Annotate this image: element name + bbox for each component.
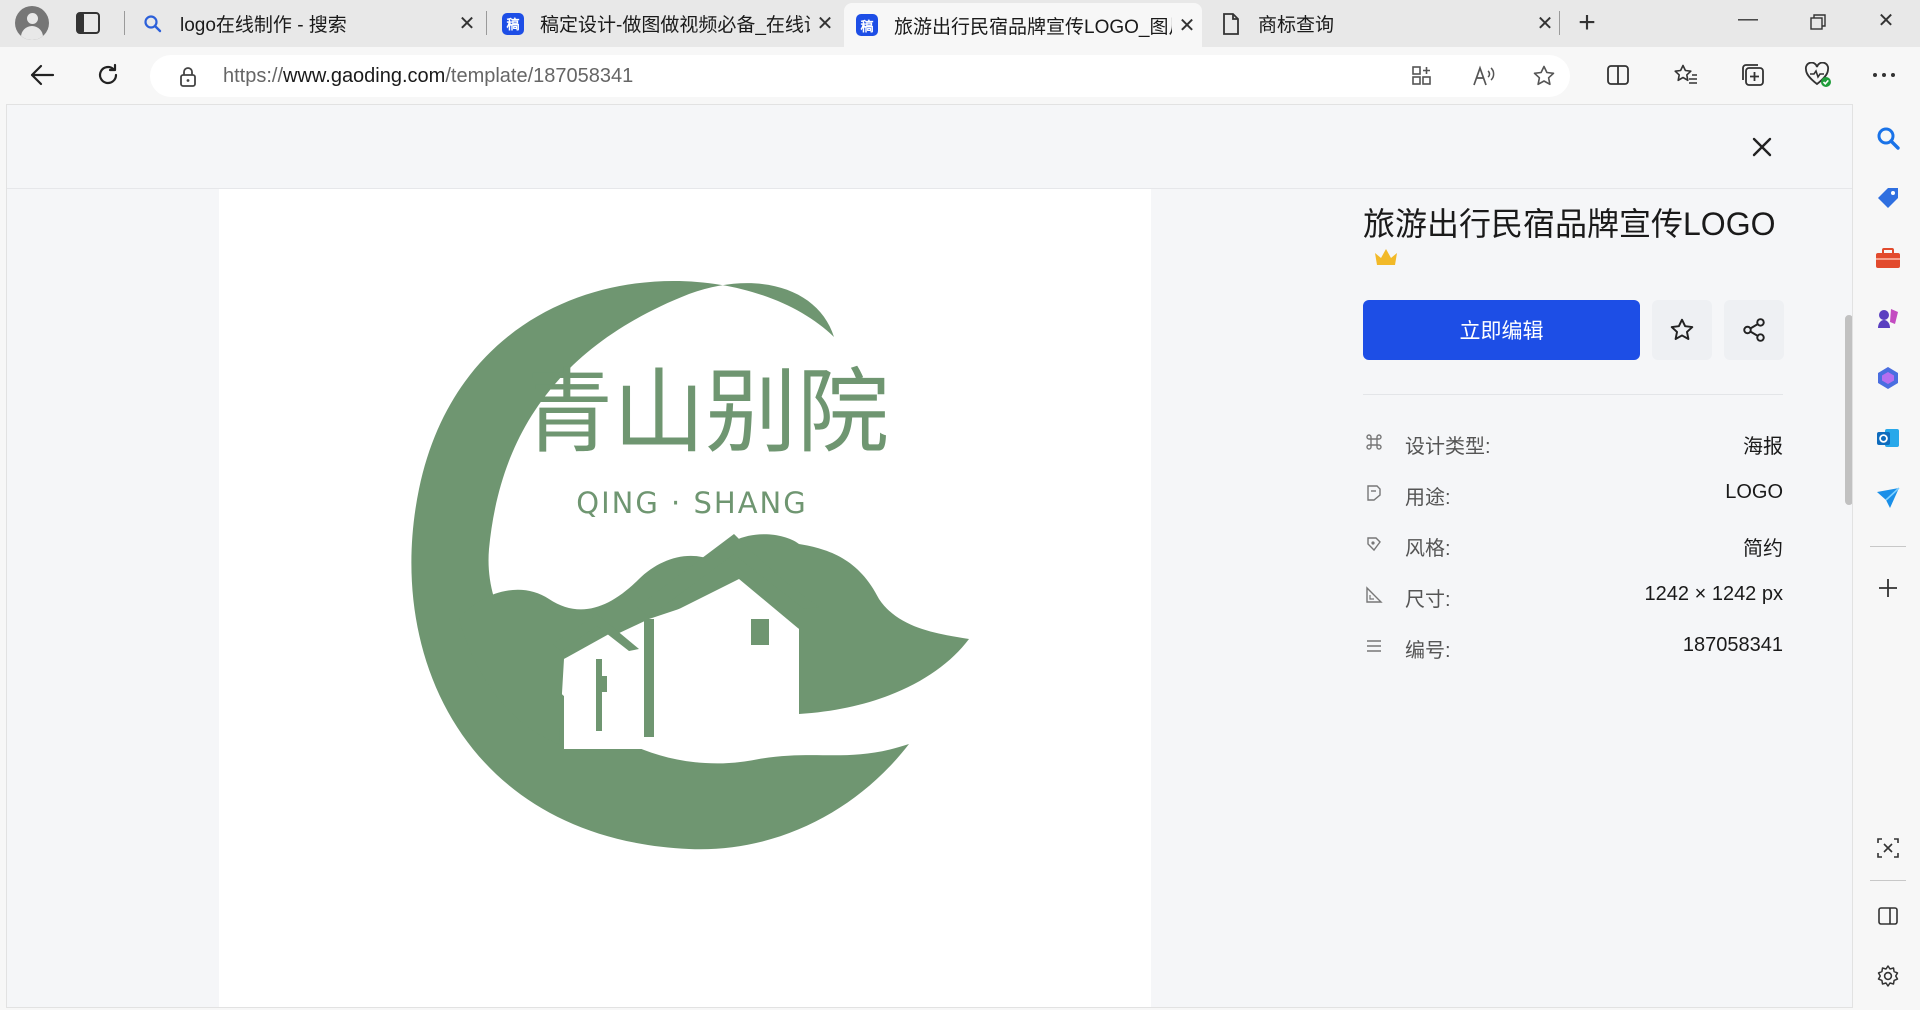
favorites-icon[interactable] xyxy=(1668,57,1704,93)
read-aloud-icon[interactable] xyxy=(1470,63,1498,89)
send-icon[interactable] xyxy=(1872,482,1904,514)
page-scrollbar[interactable] xyxy=(1843,189,1852,1007)
share-button[interactable] xyxy=(1724,300,1784,360)
logo-illustration: 青山别院 QING · SHANG xyxy=(411,280,969,850)
tab-search[interactable]: logo在线制作 - 搜索 ✕ xyxy=(130,4,482,43)
search-icon[interactable] xyxy=(1872,122,1904,154)
browser-essentials-icon[interactable] xyxy=(1800,57,1836,93)
tab-title: 商标查询 xyxy=(1258,15,1335,36)
page-viewport: 青山别院 QING · SHANG 旅游出行民宿品牌宣传LOGO 立即编辑 设计… xyxy=(6,104,1853,1008)
star-icon xyxy=(1670,318,1694,340)
close-window-button[interactable]: ✕ xyxy=(1862,8,1910,38)
games-icon[interactable] xyxy=(1872,302,1904,334)
tab-title: 旅游出行民宿品牌宣传LOGO_图片 xyxy=(894,16,1172,38)
copilot-icon[interactable] xyxy=(1872,362,1904,394)
modal-header xyxy=(7,105,1852,189)
palette-icon xyxy=(1365,535,1383,553)
tab-title: 稿定设计-做图做视频必备_在线设计 xyxy=(540,15,810,36)
tab-actions-icon[interactable] xyxy=(74,10,102,36)
divider xyxy=(1363,394,1783,395)
more-options-icon[interactable] xyxy=(1866,57,1902,93)
add-icon[interactable] xyxy=(1872,572,1904,604)
outlook-icon[interactable] xyxy=(1872,422,1904,454)
close-icon[interactable] xyxy=(1748,133,1776,161)
edit-now-button[interactable]: 立即编辑 xyxy=(1363,300,1640,360)
detail-row-id: 编号: 187058341 xyxy=(1363,631,1783,662)
favorite-star-icon[interactable] xyxy=(1530,63,1558,89)
close-tab-icon[interactable]: ✕ xyxy=(1172,13,1202,38)
new-tab-button[interactable]: + xyxy=(1572,8,1602,38)
scrollbar-thumb[interactable] xyxy=(1845,315,1852,505)
detail-row-style: 风格: 简约 xyxy=(1363,529,1783,560)
detail-row-design-type: 设计类型: 海报 xyxy=(1363,427,1783,458)
url-text: https://www.gaoding.com/template/1870583… xyxy=(223,65,634,87)
page-icon xyxy=(1220,12,1242,35)
crown-icon xyxy=(1373,247,1399,273)
share-icon xyxy=(1743,318,1765,342)
refresh-button[interactable] xyxy=(88,57,128,93)
detail-row-usage: 用途: LOGO xyxy=(1363,478,1783,509)
logo-brand-en: QING · SHANG xyxy=(576,486,807,520)
search-icon xyxy=(142,13,164,35)
tab-logo-template[interactable]: 稿 旅游出行民宿品牌宣传LOGO_图片 ✕ xyxy=(844,3,1202,47)
edge-sidebar xyxy=(1856,104,1920,1010)
tab-title: logo在线制作 - 搜索 xyxy=(180,15,347,36)
collections-icon[interactable] xyxy=(1735,57,1771,93)
address-bar-row: https://www.gaoding.com/template/1870583… xyxy=(0,47,1920,104)
restore-button[interactable] xyxy=(1794,8,1842,38)
settings-gear-icon[interactable] xyxy=(1872,960,1904,992)
back-button[interactable] xyxy=(22,57,62,93)
template-details-panel: 旅游出行民宿品牌宣传LOGO 立即编辑 设计类型: 海报 用途: LOGO 风格… xyxy=(1363,189,1793,989)
close-tab-icon[interactable]: ✕ xyxy=(452,11,482,36)
gaoding-favicon-icon: 稿 xyxy=(856,14,878,36)
tools-icon[interactable] xyxy=(1872,242,1904,274)
logo-brand-cn: 青山别院 xyxy=(521,359,889,466)
shopping-tag-icon[interactable] xyxy=(1872,182,1904,214)
gaoding-favicon-icon: 稿 xyxy=(502,12,524,35)
list-icon xyxy=(1365,637,1383,655)
tab-strip: logo在线制作 - 搜索 ✕ 稿 稿定设计-做图做视频必备_在线设计 ✕ 稿 … xyxy=(0,0,1920,47)
close-tab-icon[interactable]: ✕ xyxy=(1530,11,1560,36)
minimize-button[interactable]: — xyxy=(1724,8,1772,38)
profile-avatar[interactable] xyxy=(12,6,52,40)
ruler-icon xyxy=(1365,586,1383,604)
tab-trademark[interactable]: 商标查询 ✕ xyxy=(1208,4,1560,43)
note-icon xyxy=(1365,484,1383,502)
screenshot-icon[interactable] xyxy=(1872,832,1904,864)
apps-icon[interactable] xyxy=(1408,63,1436,89)
template-preview[interactable]: 青山别院 QING · SHANG xyxy=(219,189,1151,1007)
template-title: 旅游出行民宿品牌宣传LOGO xyxy=(1363,206,1776,242)
sidebar-toggle-icon[interactable] xyxy=(1872,900,1904,932)
tab-gaoding-home[interactable]: 稿 稿定设计-做图做视频必备_在线设计 ✕ xyxy=(490,4,840,43)
detail-row-size: 尺寸: 1242 × 1242 px xyxy=(1363,580,1783,611)
favorite-button[interactable] xyxy=(1652,300,1712,360)
lock-icon[interactable] xyxy=(178,66,198,93)
command-icon xyxy=(1365,433,1383,451)
close-tab-icon[interactable]: ✕ xyxy=(810,11,840,36)
url-field[interactable]: https://www.gaoding.com/template/1870583… xyxy=(150,55,1570,97)
split-screen-icon[interactable] xyxy=(1600,57,1636,93)
